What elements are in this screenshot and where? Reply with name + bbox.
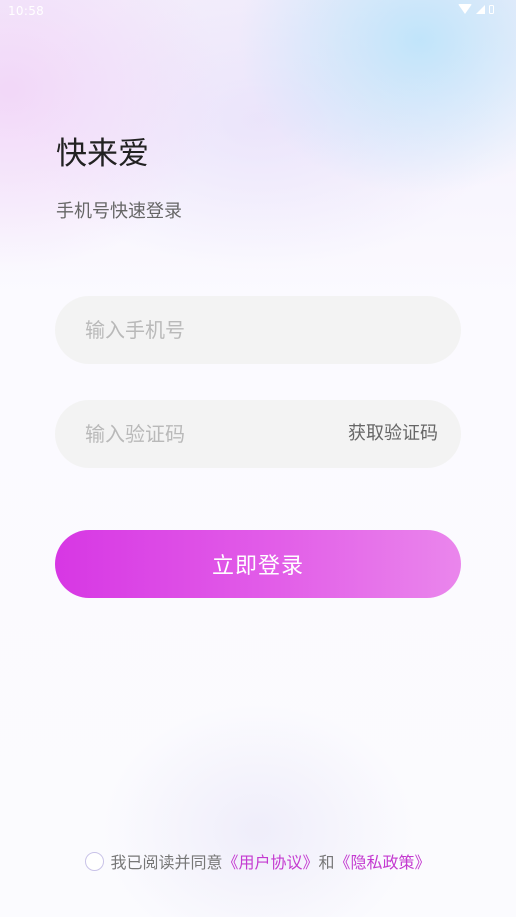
privacy-policy-link[interactable]: 《隐私政策》 xyxy=(335,849,431,873)
agreement-conjunction: 和 xyxy=(318,853,335,872)
wifi-icon xyxy=(458,4,472,14)
agreement-row: 我已阅读并同意 《用户协议》 和 《隐私政策》 xyxy=(0,848,516,874)
phone-input[interactable] xyxy=(85,296,431,364)
page-subtitle: 手机号快速登录 xyxy=(56,201,182,222)
agreement-prefix: 我已阅读并同意 xyxy=(110,853,223,872)
agreement-checkbox[interactable] xyxy=(85,851,105,871)
login-button[interactable]: 立即登录 xyxy=(55,530,461,598)
user-agreement-link[interactable]: 《用户协议》 xyxy=(222,849,318,873)
app-title: 快来爱 xyxy=(56,136,149,172)
status-time: 10:58 xyxy=(8,4,45,18)
status-bar: 10:58 xyxy=(0,0,516,22)
battery-icon xyxy=(489,4,494,14)
phone-field[interactable] xyxy=(55,296,461,364)
get-code-button[interactable]: 获取验证码 xyxy=(348,400,438,468)
status-icons xyxy=(458,4,494,14)
signal-icon xyxy=(476,4,485,14)
verification-code-input[interactable] xyxy=(85,400,325,468)
code-field[interactable]: 获取验证码 xyxy=(55,400,461,468)
